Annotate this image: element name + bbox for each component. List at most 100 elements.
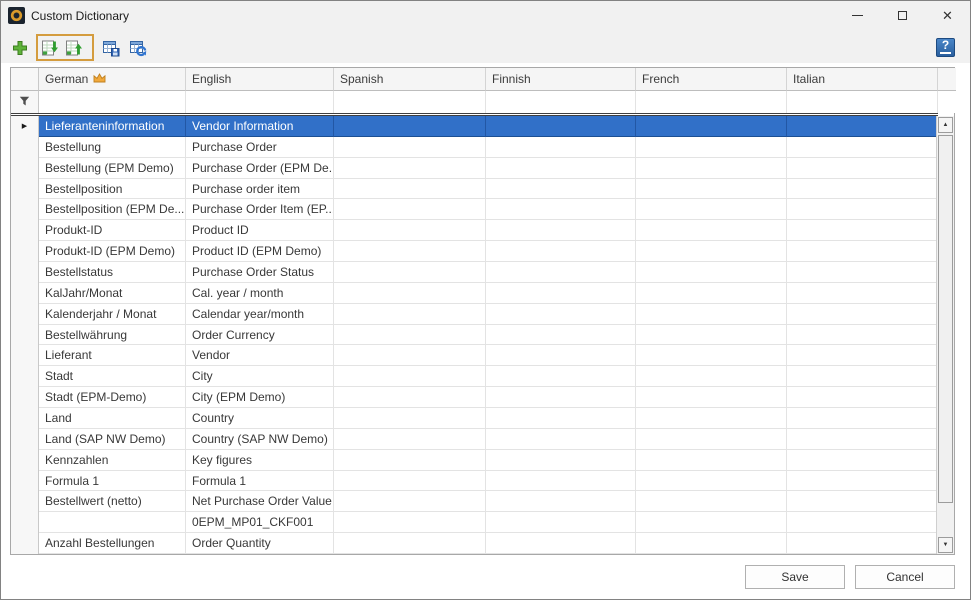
grid-cell-english[interactable]: Calendar year/month xyxy=(186,304,334,325)
grid-cell-finnish[interactable] xyxy=(486,450,636,471)
grid-row[interactable]: LandCountry xyxy=(11,408,938,429)
grid-cell-german[interactable]: Formula 1 xyxy=(39,471,186,492)
grid-cell-italian[interactable] xyxy=(787,116,938,137)
grid-cell-italian[interactable] xyxy=(787,220,938,241)
grid-cell-italian[interactable] xyxy=(787,283,938,304)
grid-cell-english[interactable]: Order Currency xyxy=(186,325,334,346)
save-button[interactable]: Save xyxy=(745,565,845,589)
grid-cell-finnish[interactable] xyxy=(486,179,636,200)
grid-cell-english[interactable]: 0EPM_MP01_CKF001 xyxy=(186,512,334,533)
grid-cell-german[interactable]: Stadt xyxy=(39,366,186,387)
row-header-cell[interactable] xyxy=(11,199,39,220)
row-header-cell[interactable] xyxy=(11,491,39,512)
grid-cell-french[interactable] xyxy=(636,533,787,554)
row-header-cell[interactable] xyxy=(11,408,39,429)
vertical-scrollbar[interactable]: ▲ ▼ xyxy=(936,116,954,554)
grid-cell-german[interactable]: Bestellung (EPM Demo) xyxy=(39,158,186,179)
grid-cell-spanish[interactable] xyxy=(334,408,486,429)
grid-row[interactable]: BestellstatusPurchase Order Status xyxy=(11,262,938,283)
grid-row[interactable]: KennzahlenKey figures xyxy=(11,450,938,471)
grid-cell-french[interactable] xyxy=(636,408,787,429)
grid-cell-spanish[interactable] xyxy=(334,137,486,158)
grid-cell-italian[interactable] xyxy=(787,199,938,220)
grid-cell-finnish[interactable] xyxy=(486,262,636,283)
grid-cell-german[interactable]: Produkt-ID (EPM Demo) xyxy=(39,241,186,262)
grid-cell-english[interactable]: Country (SAP NW Demo) xyxy=(186,429,334,450)
grid-cell-french[interactable] xyxy=(636,450,787,471)
grid-row[interactable]: Produkt-IDProduct ID xyxy=(11,220,938,241)
grid-row[interactable]: StadtCity xyxy=(11,366,938,387)
grid-cell-finnish[interactable] xyxy=(486,304,636,325)
column-header-spanish[interactable]: Spanish xyxy=(334,68,486,91)
grid-cell-french[interactable] xyxy=(636,325,787,346)
grid-cell-french[interactable] xyxy=(636,199,787,220)
grid-cell-english[interactable]: Key figures xyxy=(186,450,334,471)
grid-cell-italian[interactable] xyxy=(787,262,938,283)
filter-cell-spanish[interactable] xyxy=(334,91,486,113)
grid-row[interactable]: Land (SAP NW Demo)Country (SAP NW Demo) xyxy=(11,429,938,450)
grid-cell-italian[interactable] xyxy=(787,137,938,158)
row-header-cell[interactable] xyxy=(11,366,39,387)
grid-cell-french[interactable] xyxy=(636,387,787,408)
close-button[interactable]: ✕ xyxy=(925,1,970,30)
grid-cell-german[interactable] xyxy=(39,512,186,533)
grid-cell-english[interactable]: City (EPM Demo) xyxy=(186,387,334,408)
grid-cell-english[interactable]: City xyxy=(186,366,334,387)
grid-cell-spanish[interactable] xyxy=(334,241,486,262)
grid-cell-german[interactable]: Kennzahlen xyxy=(39,450,186,471)
grid-cell-spanish[interactable] xyxy=(334,491,486,512)
grid-row[interactable]: Bestellposition (EPM De...Purchase Order… xyxy=(11,199,938,220)
add-translation-button[interactable] xyxy=(11,39,29,57)
grid-cell-spanish[interactable] xyxy=(334,471,486,492)
grid-cell-german[interactable]: Land (SAP NW Demo) xyxy=(39,429,186,450)
grid-cell-italian[interactable] xyxy=(787,450,938,471)
grid-cell-finnish[interactable] xyxy=(486,512,636,533)
grid-cell-german[interactable]: Lieferant xyxy=(39,345,186,366)
column-header-french[interactable]: French xyxy=(636,68,787,91)
row-header-cell[interactable] xyxy=(11,387,39,408)
grid-cell-english[interactable]: Vendor Information xyxy=(186,116,334,137)
grid-row[interactable]: 0EPM_MP01_CKF001 xyxy=(11,512,938,533)
grid-cell-english[interactable]: Cal. year / month xyxy=(186,283,334,304)
grid-cell-english[interactable]: Product ID xyxy=(186,220,334,241)
grid-row[interactable]: LieferantVendor xyxy=(11,345,938,366)
row-header-cell[interactable] xyxy=(11,345,39,366)
import-from-excel-button[interactable] xyxy=(41,39,59,57)
grid-row[interactable]: Anzahl BestellungenOrder Quantity xyxy=(11,533,938,554)
grid-row[interactable]: BestellpositionPurchase order item xyxy=(11,179,938,200)
grid-cell-finnish[interactable] xyxy=(486,533,636,554)
grid-cell-french[interactable] xyxy=(636,512,787,533)
grid-cell-spanish[interactable] xyxy=(334,387,486,408)
grid-cell-spanish[interactable] xyxy=(334,533,486,554)
grid-row[interactable]: BestellwährungOrder Currency xyxy=(11,325,938,346)
filter-cell-italian[interactable] xyxy=(787,91,938,113)
row-header-cell[interactable] xyxy=(11,158,39,179)
grid-cell-finnish[interactable] xyxy=(486,325,636,346)
grid-cell-finnish[interactable] xyxy=(486,429,636,450)
grid-cell-spanish[interactable] xyxy=(334,116,486,137)
grid-cell-italian[interactable] xyxy=(787,491,938,512)
grid-cell-finnish[interactable] xyxy=(486,387,636,408)
grid-cell-english[interactable]: Order Quantity xyxy=(186,533,334,554)
grid-cell-german[interactable]: Land xyxy=(39,408,186,429)
filter-cell-finnish[interactable] xyxy=(486,91,636,113)
grid-row[interactable]: Stadt (EPM-Demo)City (EPM Demo) xyxy=(11,387,938,408)
row-header-cell[interactable] xyxy=(11,512,39,533)
grid-cell-italian[interactable] xyxy=(787,179,938,200)
grid-cell-english[interactable]: Purchase Order Item (EP... xyxy=(186,199,334,220)
grid-cell-french[interactable] xyxy=(636,220,787,241)
scrollbar-thumb[interactable] xyxy=(938,135,953,503)
grid-cell-italian[interactable] xyxy=(787,408,938,429)
grid-cell-english[interactable]: Vendor xyxy=(186,345,334,366)
grid-cell-italian[interactable] xyxy=(787,512,938,533)
grid-cell-german[interactable]: Produkt-ID xyxy=(39,220,186,241)
grid-cell-french[interactable] xyxy=(636,366,787,387)
grid-cell-finnish[interactable] xyxy=(486,137,636,158)
grid-cell-finnish[interactable] xyxy=(486,471,636,492)
grid-cell-german[interactable]: Bestellwert (netto) xyxy=(39,491,186,512)
grid-cell-spanish[interactable] xyxy=(334,450,486,471)
grid-cell-french[interactable] xyxy=(636,262,787,283)
row-header-cell[interactable] xyxy=(11,304,39,325)
grid-cell-spanish[interactable] xyxy=(334,429,486,450)
row-header-cell[interactable] xyxy=(11,283,39,304)
